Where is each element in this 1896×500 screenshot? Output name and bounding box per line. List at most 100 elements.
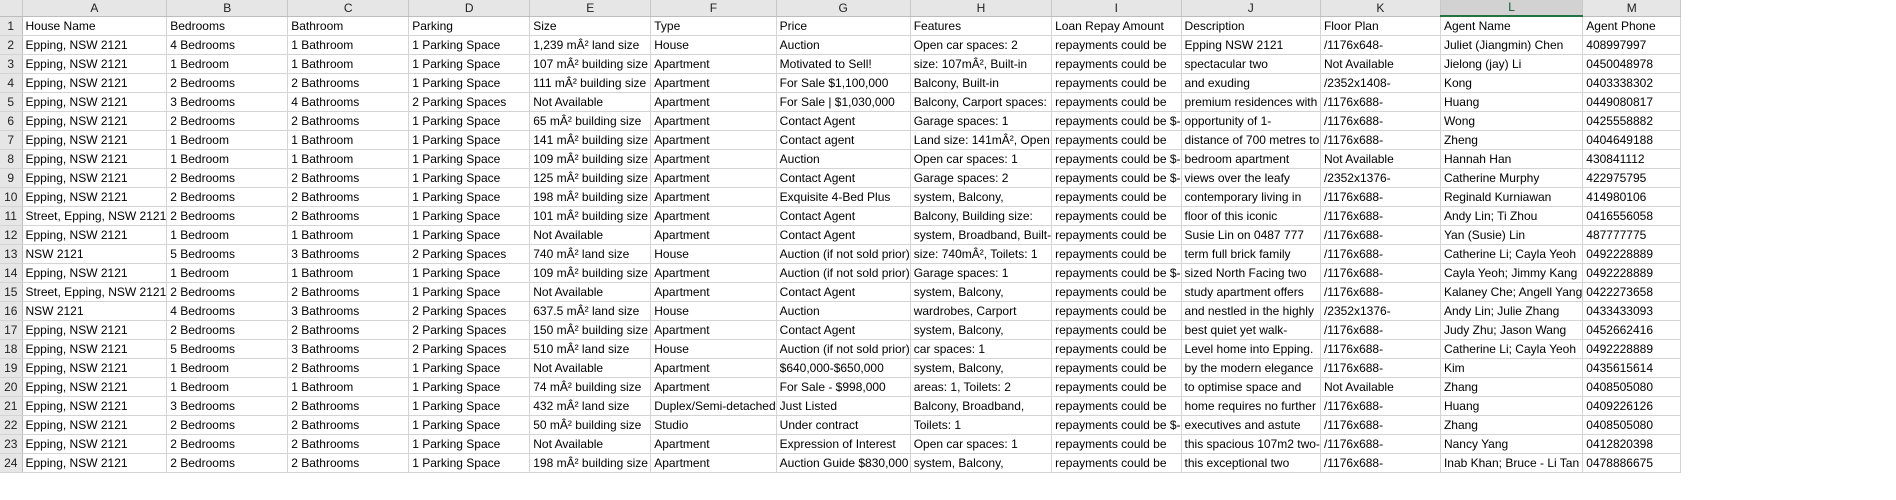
- cell-d14[interactable]: 1 Parking Space: [408, 263, 531, 283]
- column-header-c[interactable]: C: [287, 0, 410, 17]
- cell-f21[interactable]: Duplex/Semi-detached: [650, 396, 777, 416]
- cell-f2[interactable]: House: [650, 35, 777, 55]
- cell-d17[interactable]: 2 Parking Spaces: [408, 320, 531, 340]
- cell-b21[interactable]: 3 Bedrooms: [166, 396, 289, 416]
- cell-i23[interactable]: repayments could be: [1051, 434, 1182, 454]
- cell-g20[interactable]: For Sale - $998,000: [776, 377, 911, 397]
- cell-m12[interactable]: 487777775: [1582, 225, 1682, 245]
- cell-b18[interactable]: 5 Bedrooms: [166, 339, 289, 359]
- cell-b17[interactable]: 2 Bedrooms: [166, 320, 289, 340]
- cell-c3[interactable]: 1 Bathroom: [287, 54, 410, 74]
- cell-a5[interactable]: Epping, NSW 2121: [22, 92, 168, 112]
- cell-e21[interactable]: 432 mÂ² land size: [529, 396, 652, 416]
- cell-i15[interactable]: repayments could be: [1051, 282, 1182, 302]
- cell-c4[interactable]: 2 Bathrooms: [287, 73, 410, 93]
- column-header-d[interactable]: D: [408, 0, 531, 17]
- cell-m17[interactable]: 0452662416: [1582, 320, 1682, 340]
- cell-j17[interactable]: best quiet yet walk-: [1181, 320, 1321, 340]
- cell-j5[interactable]: premium residences with: [1181, 92, 1321, 112]
- cell-b2[interactable]: 4 Bedrooms: [166, 35, 289, 55]
- cell-g3[interactable]: Motivated to Sell!: [776, 54, 911, 74]
- column-header-a[interactable]: A: [22, 0, 168, 17]
- cell-j15[interactable]: study apartment offers: [1181, 282, 1321, 302]
- cell-d10[interactable]: 1 Parking Space: [408, 187, 531, 207]
- cell-h2[interactable]: Open car spaces: 2: [910, 35, 1053, 55]
- cell-b9[interactable]: 2 Bedrooms: [166, 168, 289, 188]
- cell-m1[interactable]: Agent Phone: [1582, 16, 1682, 36]
- cell-i6[interactable]: repayments could be $-: [1051, 111, 1182, 131]
- cell-c20[interactable]: 1 Bathroom: [287, 377, 410, 397]
- cell-k3[interactable]: Not Available: [1320, 54, 1441, 74]
- cell-e13[interactable]: 740 mÂ² land size: [529, 244, 652, 264]
- cell-f19[interactable]: Apartment: [650, 358, 777, 378]
- cell-j18[interactable]: Level home into Epping.: [1181, 339, 1321, 359]
- cell-e8[interactable]: 109 mÂ² building size: [529, 149, 652, 169]
- cell-c19[interactable]: 2 Bathrooms: [287, 358, 410, 378]
- cell-l17[interactable]: Judy Zhu; Jason Wang: [1440, 320, 1584, 340]
- cell-f4[interactable]: Apartment: [650, 73, 777, 93]
- cell-f13[interactable]: House: [650, 244, 777, 264]
- cell-k9[interactable]: /2352x1376-: [1320, 168, 1441, 188]
- cell-l1[interactable]: Agent Name: [1440, 16, 1584, 36]
- cell-k15[interactable]: /1176x688-: [1320, 282, 1441, 302]
- row-header[interactable]: 16: [0, 301, 23, 321]
- cell-m2[interactable]: 408997997: [1582, 35, 1682, 55]
- cell-g7[interactable]: Contact agent: [776, 130, 911, 150]
- cell-b13[interactable]: 5 Bedrooms: [166, 244, 289, 264]
- cell-f10[interactable]: Apartment: [650, 187, 777, 207]
- cell-m10[interactable]: 414980106: [1582, 187, 1682, 207]
- cell-h23[interactable]: Open car spaces: 1: [910, 434, 1053, 454]
- cell-f14[interactable]: Apartment: [650, 263, 777, 283]
- cell-e16[interactable]: 637.5 mÂ² land size: [529, 301, 652, 321]
- row-header[interactable]: 6: [0, 111, 23, 131]
- cell-h15[interactable]: system, Balcony,: [910, 282, 1053, 302]
- row-header[interactable]: 7: [0, 130, 23, 150]
- cell-a22[interactable]: Epping, NSW 2121: [22, 415, 168, 435]
- cell-m14[interactable]: 0492228889: [1582, 263, 1682, 283]
- cell-f9[interactable]: Apartment: [650, 168, 777, 188]
- cell-a3[interactable]: Epping, NSW 2121: [22, 54, 168, 74]
- cell-i24[interactable]: repayments could be: [1051, 453, 1182, 473]
- cell-j20[interactable]: to optimise space and: [1181, 377, 1321, 397]
- cell-a11[interactable]: Street, Epping, NSW 2121: [22, 206, 168, 226]
- cell-l21[interactable]: Huang: [1440, 396, 1584, 416]
- select-all-corner[interactable]: [0, 0, 23, 17]
- cell-e14[interactable]: 109 mÂ² building size: [529, 263, 652, 283]
- cell-f18[interactable]: House: [650, 339, 777, 359]
- cell-j21[interactable]: home requires no further: [1181, 396, 1321, 416]
- cell-h7[interactable]: Land size: 141mÂ², Open: [910, 130, 1053, 150]
- cell-h24[interactable]: system, Balcony,: [910, 453, 1053, 473]
- cell-m22[interactable]: 0408505080: [1582, 415, 1682, 435]
- cell-g11[interactable]: Contact Agent: [776, 206, 911, 226]
- cell-g13[interactable]: Auction (if not sold prior): [776, 244, 911, 264]
- cell-c11[interactable]: 2 Bathrooms: [287, 206, 410, 226]
- cell-l24[interactable]: Inab Khan; Bruce - Li Tan: [1440, 453, 1584, 473]
- cell-l2[interactable]: Juliet (Jiangmin) Chen: [1440, 35, 1584, 55]
- cell-m13[interactable]: 0492228889: [1582, 244, 1682, 264]
- cell-h11[interactable]: Balcony, Building size:: [910, 206, 1053, 226]
- cell-a19[interactable]: Epping, NSW 2121: [22, 358, 168, 378]
- cell-a1[interactable]: House Name: [22, 16, 168, 36]
- cell-d15[interactable]: 1 Parking Space: [408, 282, 531, 302]
- cell-f16[interactable]: House: [650, 301, 777, 321]
- row-header[interactable]: 9: [0, 168, 23, 188]
- cell-a23[interactable]: Epping, NSW 2121: [22, 434, 168, 454]
- cell-b6[interactable]: 2 Bedrooms: [166, 111, 289, 131]
- cell-e22[interactable]: 50 mÂ² building size: [529, 415, 652, 435]
- cell-d3[interactable]: 1 Parking Space: [408, 54, 531, 74]
- cell-i13[interactable]: repayments could be: [1051, 244, 1182, 264]
- cell-d2[interactable]: 1 Parking Space: [408, 35, 531, 55]
- row-header[interactable]: 8: [0, 149, 23, 169]
- cell-m11[interactable]: 0416556058: [1582, 206, 1682, 226]
- cell-i2[interactable]: repayments could be: [1051, 35, 1182, 55]
- cell-i7[interactable]: repayments could be: [1051, 130, 1182, 150]
- cell-j14[interactable]: sized North Facing two: [1181, 263, 1321, 283]
- row-header[interactable]: 24: [0, 453, 23, 473]
- cell-c10[interactable]: 2 Bathrooms: [287, 187, 410, 207]
- row-header[interactable]: 19: [0, 358, 23, 378]
- cell-l14[interactable]: Cayla Yeoh; Jimmy Kang: [1440, 263, 1584, 283]
- cell-l6[interactable]: Wong: [1440, 111, 1584, 131]
- cell-i21[interactable]: repayments could be: [1051, 396, 1182, 416]
- row-header[interactable]: 2: [0, 35, 23, 55]
- cell-j13[interactable]: term full brick family: [1181, 244, 1321, 264]
